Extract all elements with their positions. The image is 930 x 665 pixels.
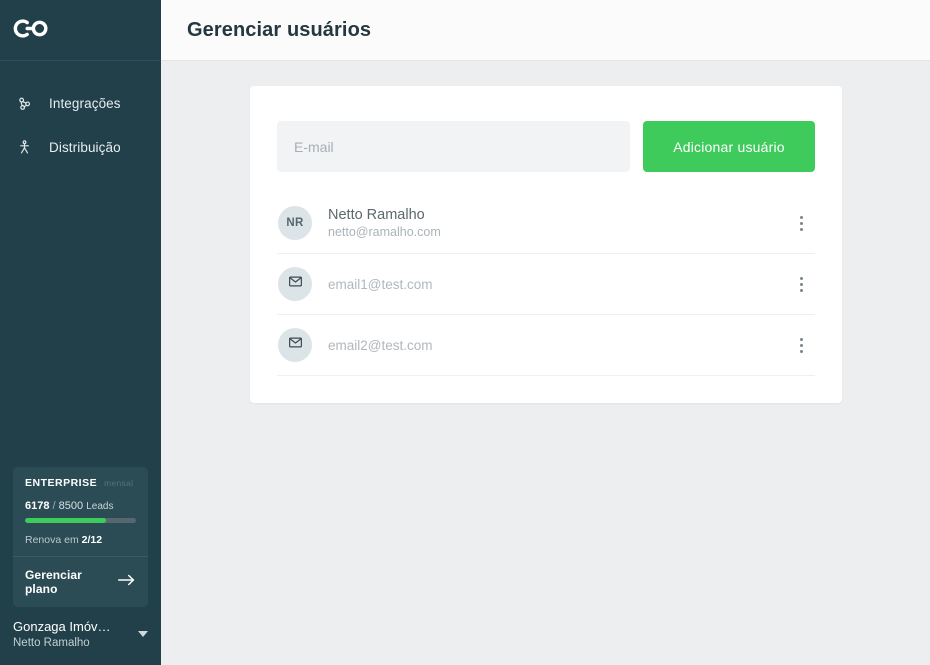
manage-plan-label: Gerenciar plano [25, 568, 117, 596]
sidebar: Integrações Distribuição E [0, 0, 161, 665]
kebab-dot [800, 289, 803, 292]
arrow-right-icon [117, 573, 136, 592]
plan-card: ENTERPRISE mensal 6178 / 8500 Leads Reno… [13, 467, 148, 607]
add-user-button[interactable]: Adicionar usuário [643, 121, 815, 172]
kebab-menu-icon[interactable] [788, 330, 814, 360]
sidebar-logo[interactable] [0, 0, 161, 61]
kebab-dot [800, 216, 803, 219]
kebab-dot [800, 344, 803, 347]
email-input[interactable] [277, 121, 630, 172]
chevron-down-icon [138, 631, 148, 637]
account-switcher[interactable]: Gonzaga Imóv… Netto Ramalho [0, 619, 161, 665]
envelope-icon [288, 274, 303, 294]
user-email: email1@test.com [328, 277, 788, 292]
user-info: email2@test.com [328, 338, 788, 353]
kebab-menu-icon[interactable] [788, 208, 814, 238]
plan-leads-unit: Leads [86, 501, 113, 512]
user-name: Netto Ramalho [328, 207, 788, 223]
kebab-dot [800, 222, 803, 225]
plan-renewal-date: 2/12 [82, 534, 102, 546]
top-bar: Gerenciar usuários [161, 0, 930, 61]
kebab-dot [800, 277, 803, 280]
user-email: email2@test.com [328, 338, 788, 353]
account-text: Gonzaga Imóv… Netto Ramalho [13, 619, 111, 649]
kebab-menu-icon[interactable] [788, 269, 814, 299]
user-info: email1@test.com [328, 277, 788, 292]
plan-billing-cycle: mensal [104, 478, 133, 488]
add-user-row: Adicionar usuário [277, 121, 815, 172]
plan-renewal-label: Renova em [25, 534, 79, 546]
plan-title-row: ENTERPRISE mensal [25, 477, 136, 489]
plan-usage-separator: / [53, 500, 56, 512]
app-root: Integrações Distribuição E [0, 0, 930, 665]
plan-progress-fill [25, 518, 106, 523]
user-email: netto@ramalho.com [328, 225, 788, 239]
sidebar-item-label: Integrações [49, 96, 121, 111]
webhook-icon [13, 92, 35, 114]
table-row[interactable]: email2@test.com [277, 315, 815, 376]
sidebar-spacer [0, 169, 161, 467]
avatar [278, 267, 312, 301]
main-area: Gerenciar usuários Adicionar usuário NR … [161, 0, 930, 665]
plan-usage: 6178 / 8500 Leads [25, 500, 136, 512]
plan-leads-total: 8500 [59, 500, 83, 512]
table-row[interactable]: NR Netto Ramalho netto@ramalho.com [277, 193, 815, 254]
avatar-initials: NR [286, 217, 303, 229]
sidebar-item-distribuicao[interactable]: Distribuição [0, 125, 161, 169]
kebab-dot [800, 283, 803, 286]
plan-name: ENTERPRISE [25, 477, 97, 489]
envelope-icon [288, 335, 303, 355]
co-logo-icon [13, 17, 53, 43]
kebab-dot [800, 228, 803, 231]
plan-leads-used: 6178 [25, 500, 49, 512]
table-row[interactable]: email1@test.com [277, 254, 815, 315]
account-username: Netto Ramalho [13, 637, 111, 649]
account-organization: Gonzaga Imóv… [13, 619, 111, 634]
page-title: Gerenciar usuários [187, 19, 371, 42]
distribution-person-icon [13, 136, 35, 158]
plan-progress-bar [25, 518, 136, 523]
avatar [278, 328, 312, 362]
kebab-dot [800, 338, 803, 341]
sidebar-item-integracoes[interactable]: Integrações [0, 81, 161, 125]
content-area: Adicionar usuário NR Netto Ramalho netto… [161, 61, 930, 665]
kebab-dot [800, 350, 803, 353]
manage-plan-button[interactable]: Gerenciar plano [13, 556, 148, 607]
plan-renewal: Renova em 2/12 [25, 534, 136, 556]
manage-users-card: Adicionar usuário NR Netto Ramalho netto… [250, 86, 842, 403]
user-list: NR Netto Ramalho netto@ramalho.com [277, 193, 815, 376]
user-info: Netto Ramalho netto@ramalho.com [328, 207, 788, 239]
sidebar-item-label: Distribuição [49, 140, 121, 155]
avatar: NR [278, 206, 312, 240]
sidebar-nav: Integrações Distribuição [0, 61, 161, 169]
